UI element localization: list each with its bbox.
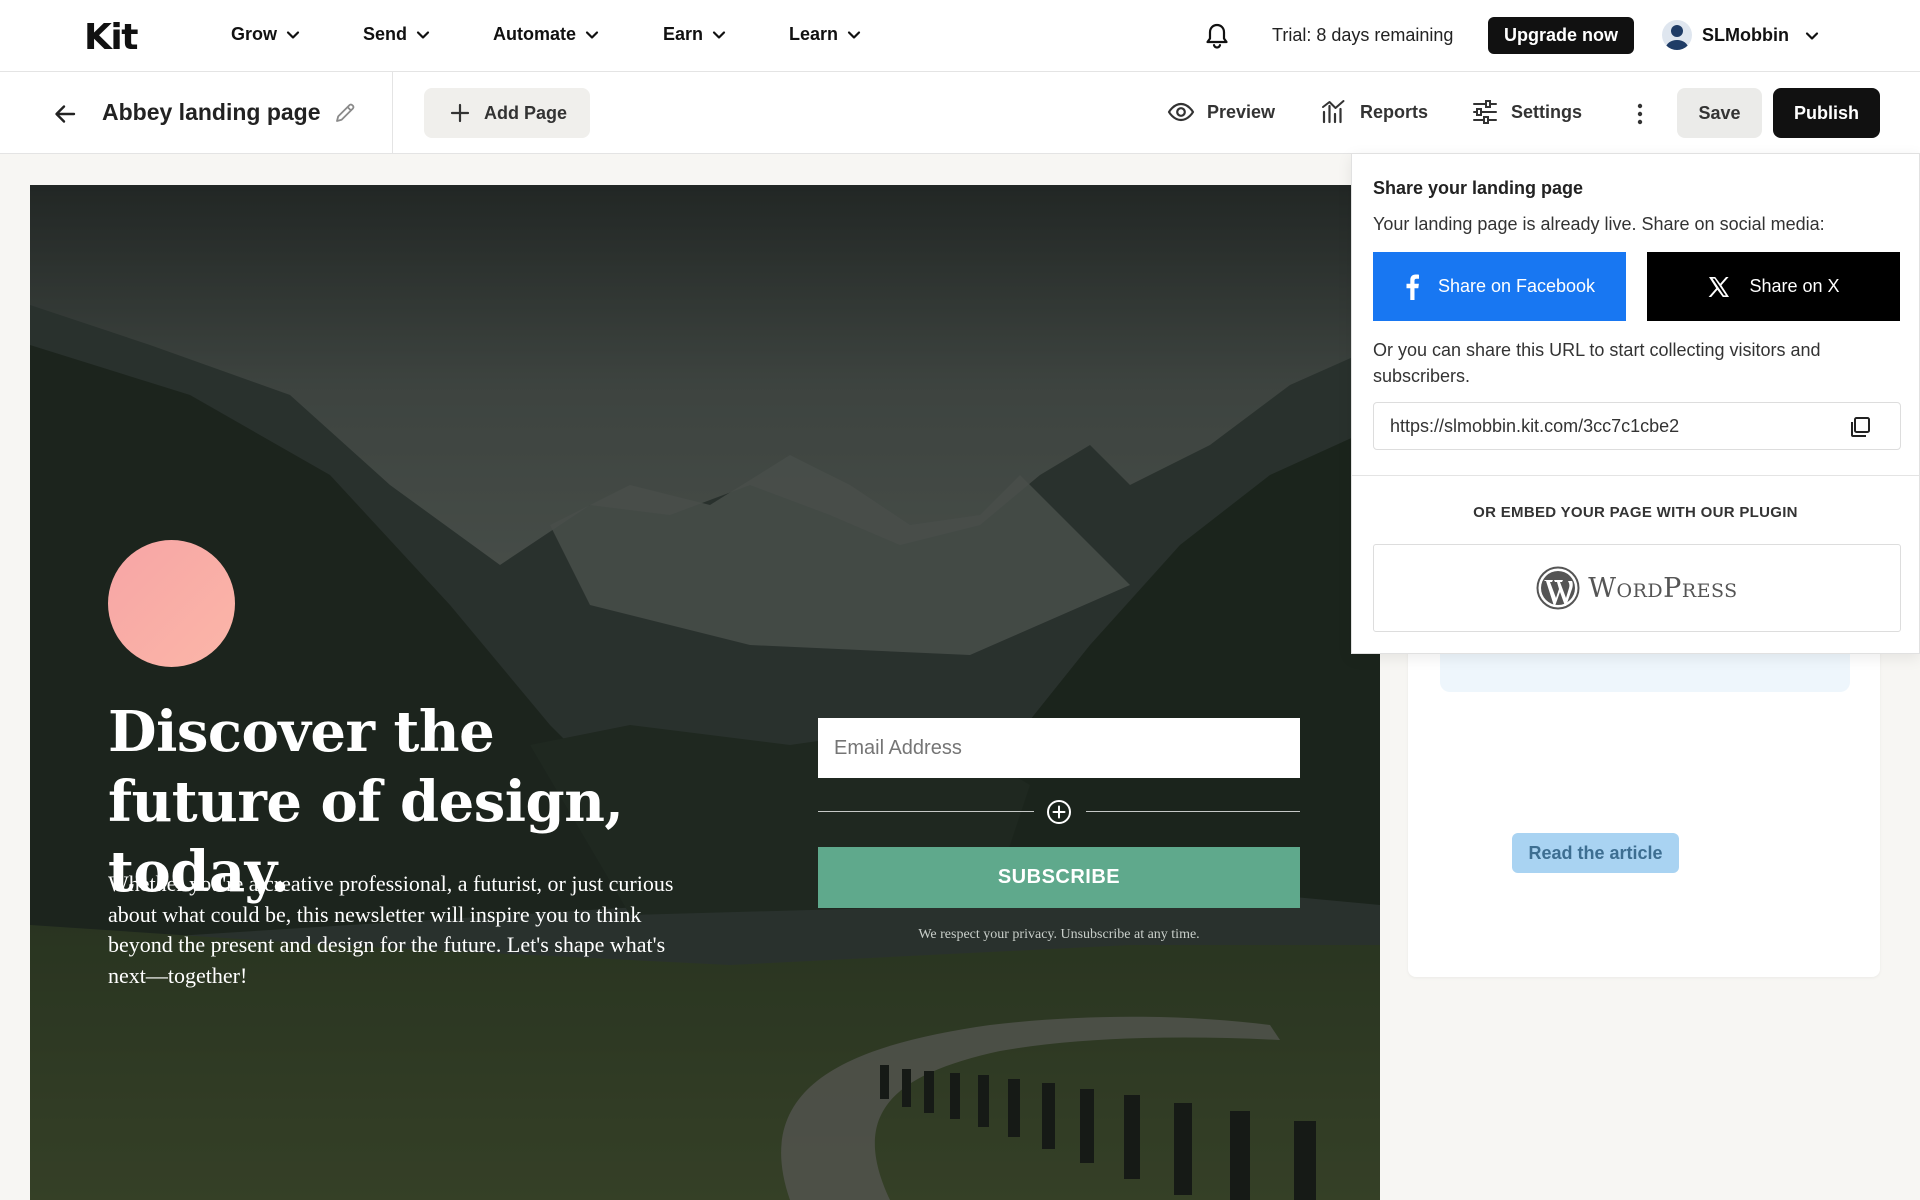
share-url-hint: Or you can share this URL to start colle… xyxy=(1373,340,1821,386)
nav-automate[interactable]: Automate xyxy=(493,24,600,45)
subscribe-button[interactable]: SUBSCRIBE xyxy=(818,847,1300,908)
share-title: Share your landing page xyxy=(1373,178,1584,198)
kebab-menu-icon[interactable] xyxy=(1628,100,1652,128)
share-x-label: Share on X xyxy=(1749,276,1840,296)
read-article-button[interactable]: Read the article xyxy=(1512,833,1679,873)
username[interactable]: SLMobbin xyxy=(1702,25,1789,46)
user-avatar-icon xyxy=(1665,25,1689,50)
avatar-circle[interactable] xyxy=(108,540,235,667)
copy-icon[interactable] xyxy=(1848,415,1872,439)
pencil-icon[interactable] xyxy=(333,101,357,125)
chevron-down-icon xyxy=(286,30,300,39)
chevron-down-icon[interactable] xyxy=(1804,28,1820,44)
chevron-down-icon xyxy=(416,30,430,39)
nav-learn-label: Learn xyxy=(789,24,839,44)
facebook-icon xyxy=(1406,274,1419,300)
trial-status: Trial: 8 days remaining xyxy=(1272,25,1454,45)
nav-learn[interactable]: Learn xyxy=(789,24,862,45)
bell-icon[interactable] xyxy=(1204,22,1230,50)
save-button[interactable]: Save xyxy=(1677,88,1762,138)
plus-icon xyxy=(450,103,470,123)
nav-grow-label: Grow xyxy=(231,24,278,44)
share-facebook-button[interactable]: Share on Facebook xyxy=(1373,252,1626,321)
mountain-background-image xyxy=(30,185,1380,1200)
privacy-note[interactable]: We respect your privacy. Unsubscribe at … xyxy=(818,927,1300,943)
nav-earn[interactable]: Earn xyxy=(663,24,727,45)
kit-logo[interactable]: Kit xyxy=(84,17,138,58)
avatar[interactable] xyxy=(1662,20,1692,50)
popover-divider xyxy=(1352,475,1919,476)
preview-label: Preview xyxy=(1207,101,1276,122)
chevron-down-icon xyxy=(585,30,599,39)
editor-toolbar: Abbey landing page Add Page Preview Repo… xyxy=(0,72,1920,154)
landing-description[interactable]: Whether you're a creative professional, … xyxy=(108,869,688,991)
chevron-down-icon xyxy=(712,30,726,39)
nav-grow[interactable]: Grow xyxy=(231,24,301,45)
nav-send-label: Send xyxy=(363,24,408,44)
eye-icon xyxy=(1167,102,1195,122)
share-subtitle: Your landing page is already live. Share… xyxy=(1373,214,1825,234)
nav-earn-label: Earn xyxy=(663,24,704,44)
share-x-button[interactable]: Share on X xyxy=(1647,252,1900,321)
wordpress-logo-icon xyxy=(1536,566,1580,610)
block-divider-left xyxy=(818,811,1034,812)
page-title[interactable]: Abbey landing page xyxy=(102,99,321,126)
nav-send[interactable]: Send xyxy=(363,24,431,45)
settings-label: Settings xyxy=(1511,101,1583,122)
share-facebook-label: Share on Facebook xyxy=(1437,276,1596,296)
publish-button[interactable]: Publish xyxy=(1773,88,1880,138)
nav-automate-label: Automate xyxy=(493,24,577,44)
toolbar-divider xyxy=(392,72,393,154)
plus-circle-icon[interactable] xyxy=(1046,799,1072,825)
wordpress-plugin-button[interactable]: WordPress xyxy=(1373,544,1901,632)
bar-chart-icon xyxy=(1322,100,1345,124)
add-page-label: Add Page xyxy=(484,102,568,123)
arrow-left-icon[interactable] xyxy=(52,101,78,127)
share-popover: Share your landing page Your landing pag… xyxy=(1351,153,1920,654)
reports-label: Reports xyxy=(1360,101,1429,122)
x-logo-icon xyxy=(1709,276,1730,297)
upgrade-button[interactable]: Upgrade now xyxy=(1488,17,1635,54)
reports-button[interactable]: Reports xyxy=(1320,98,1428,126)
landing-page-canvas[interactable]: Discover the future of design, today. Wh… xyxy=(30,185,1380,1200)
share-url-field[interactable] xyxy=(1373,402,1901,450)
embed-label: OR EMBED YOUR PAGE WITH OUR PLUGIN xyxy=(1473,504,1798,521)
email-field[interactable] xyxy=(818,718,1300,778)
wordpress-label: WordPress xyxy=(1588,572,1738,604)
chevron-down-icon xyxy=(847,30,861,39)
preview-button[interactable]: Preview xyxy=(1167,98,1275,126)
top-navigation: Kit Grow Send Automate Earn Learn Trial:… xyxy=(0,0,1920,72)
block-divider-right xyxy=(1086,811,1300,812)
add-page-button[interactable]: Add Page xyxy=(424,88,590,138)
settings-button[interactable]: Settings xyxy=(1471,98,1582,126)
sliders-icon xyxy=(1473,100,1497,124)
